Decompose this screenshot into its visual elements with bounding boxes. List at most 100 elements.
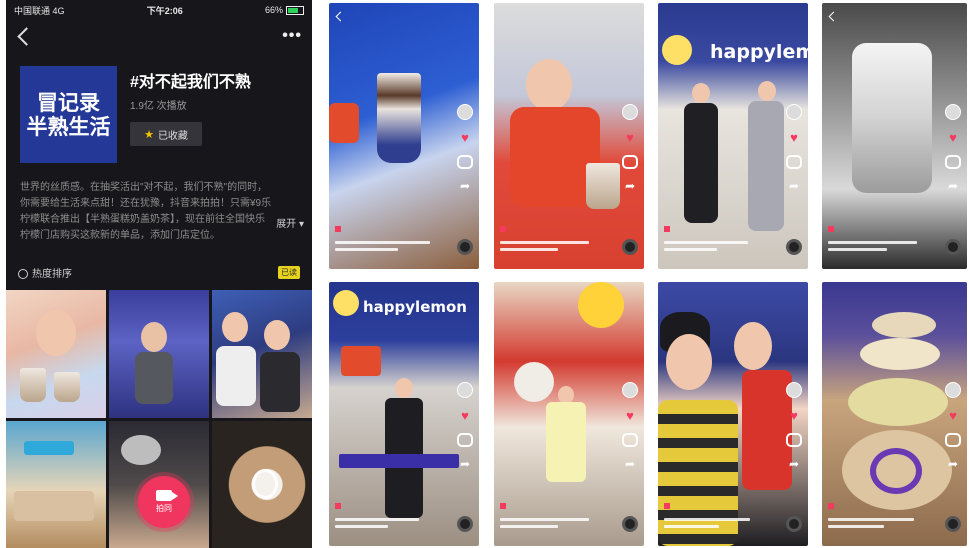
music-disc-icon [945,516,961,532]
video-thumbnail[interactable] [109,290,209,418]
chevron-left-icon[interactable] [17,26,36,46]
back-icon [335,11,346,22]
video-screenshot[interactable]: happylemon ♥➦ [658,3,808,269]
video-screenshot[interactable]: ♥ ➦ [822,282,967,546]
sort-by-popularity[interactable]: 热度排序 [18,265,72,280]
video-caption [335,496,440,528]
comment-icon[interactable] [786,155,802,170]
video-thumbnail[interactable] [6,290,106,418]
record-video-button[interactable]: 拍同 [138,476,190,528]
sort-tag: 已读 [278,265,300,279]
clock-icon [18,268,28,279]
music-disc-icon [457,516,473,532]
heart-icon[interactable]: ♥ [949,131,957,144]
battery-indicator: 66% [264,4,304,16]
avatar-icon[interactable] [786,382,802,399]
share-icon[interactable]: ➦ [625,458,635,470]
share-icon[interactable]: ➦ [789,180,799,192]
heart-icon[interactable]: ♥ [790,409,798,422]
heart-icon[interactable]: ♥ [790,131,798,144]
clock-label: 下午2:06 [146,5,183,16]
avatar-icon[interactable] [786,104,802,121]
comment-icon[interactable] [945,433,961,448]
description-line: 柠檬门店购买这款新的单品，添加门店定位。 [20,230,220,241]
video-caption [664,219,769,251]
more-dots-icon[interactable]: ••• [282,27,302,45]
expand-label: 展开 [276,219,297,230]
avatar-icon[interactable] [622,104,638,121]
music-disc-icon [622,516,638,532]
avatar-icon[interactable] [457,382,473,399]
video-thumbnail[interactable] [212,290,312,418]
video-action-icons: ♥ ➦ [786,382,802,470]
video-action-icons: ♥ ➦ [622,382,638,470]
video-caption [828,496,930,528]
cover-line-1: 冒记录 [37,90,100,115]
star-icon: ★ [144,128,154,141]
avatar-icon[interactable] [457,104,473,121]
expand-link[interactable]: 展开 ▾ [276,215,304,230]
video-screenshot[interactable]: ♥ ➦ [822,3,967,269]
video-thumbnail[interactable] [6,420,106,548]
share-icon[interactable]: ➦ [460,458,470,470]
avatar-icon[interactable] [622,382,638,399]
video-action-icons: ♥ ➦ [622,104,638,192]
description-line: 柠檬联合推出【半熟蛋糕奶盖奶茶】，现在前往全国快乐 [20,214,265,225]
cover-line-2: 半熟生活 [26,114,111,139]
heart-icon[interactable]: ♥ [461,409,469,422]
video-action-icons: ♥ ➦ [457,104,473,192]
share-icon[interactable]: ➦ [948,458,958,470]
share-icon[interactable]: ➦ [789,458,799,470]
avatar-icon[interactable] [945,104,961,121]
battery-percent: 66% [264,4,283,15]
share-icon[interactable]: ➦ [460,180,470,192]
video-action-icons: ♥ ➦ [457,382,473,470]
topic-view-count: 1.9亿 次播放 [130,101,187,112]
music-disc-icon [945,239,961,255]
favorite-label: 已收藏 [157,130,188,142]
music-disc-icon [622,239,638,255]
video-thumbnail[interactable] [212,420,312,548]
comment-icon[interactable] [622,155,638,170]
video-caption [500,219,605,251]
battery-icon [285,6,304,16]
record-button-label: 拍同 [156,504,172,513]
brand-sign: happylemon [710,41,808,63]
carrier-label: 中国联通 4G [14,5,65,16]
top-nav: ••• [6,20,312,52]
avatar-icon[interactable] [945,382,961,399]
video-screenshot[interactable]: ♥ ➦ [658,282,808,546]
video-screenshot[interactable]: ♥ ➦ [329,3,479,269]
video-screenshot[interactable]: ♥ ➦ [494,282,644,546]
music-disc-icon [786,516,802,532]
video-caption [664,496,769,528]
back-icon [828,11,839,22]
video-action-icons: ♥ ➦ [945,382,961,470]
music-disc-icon [786,239,802,255]
share-icon[interactable]: ➦ [625,180,635,192]
favorite-button[interactable]: ★ 已收藏 [130,122,202,146]
comment-icon[interactable] [786,433,802,448]
comment-icon[interactable] [945,155,961,170]
video-screenshot[interactable]: happylemon ♥➦ [329,282,479,546]
topic-header: 冒记录 半熟生活 #对不起我们不熟 1.9亿 次播放 ★ 已收藏 [20,66,302,166]
heart-icon[interactable]: ♥ [626,131,634,144]
topic-title: #对不起我们不熟 [130,74,251,91]
sort-label: 热度排序 [32,268,72,280]
video-screenshot[interactable]: ♥ ➦ [494,3,644,269]
heart-icon[interactable]: ♥ [949,409,957,422]
comment-icon[interactable] [457,155,473,170]
heart-icon[interactable]: ♥ [461,131,469,144]
brand-sign: happylemon [363,298,467,316]
status-bar: 中国联通 4G 下午2:06 66% [6,0,312,20]
heart-icon[interactable]: ♥ [626,409,634,422]
description-line: 世界的丝质感。在抽奖活出"对不起，我们不熟"的同时， [20,182,268,193]
topic-page: 中国联通 4G 下午2:06 66% ••• 冒记录 半熟生活 #对不起我们不熟… [6,0,312,548]
share-icon[interactable]: ➦ [948,180,958,192]
video-caption [335,219,440,251]
description-line: 你需要给生活来点甜！还在犹豫，抖音来拍拍！只需¥9乐 [20,198,272,209]
video-action-icons: ♥ ➦ [786,104,802,192]
comment-icon[interactable] [457,433,473,448]
music-disc-icon [457,239,473,255]
comment-icon[interactable] [622,433,638,448]
